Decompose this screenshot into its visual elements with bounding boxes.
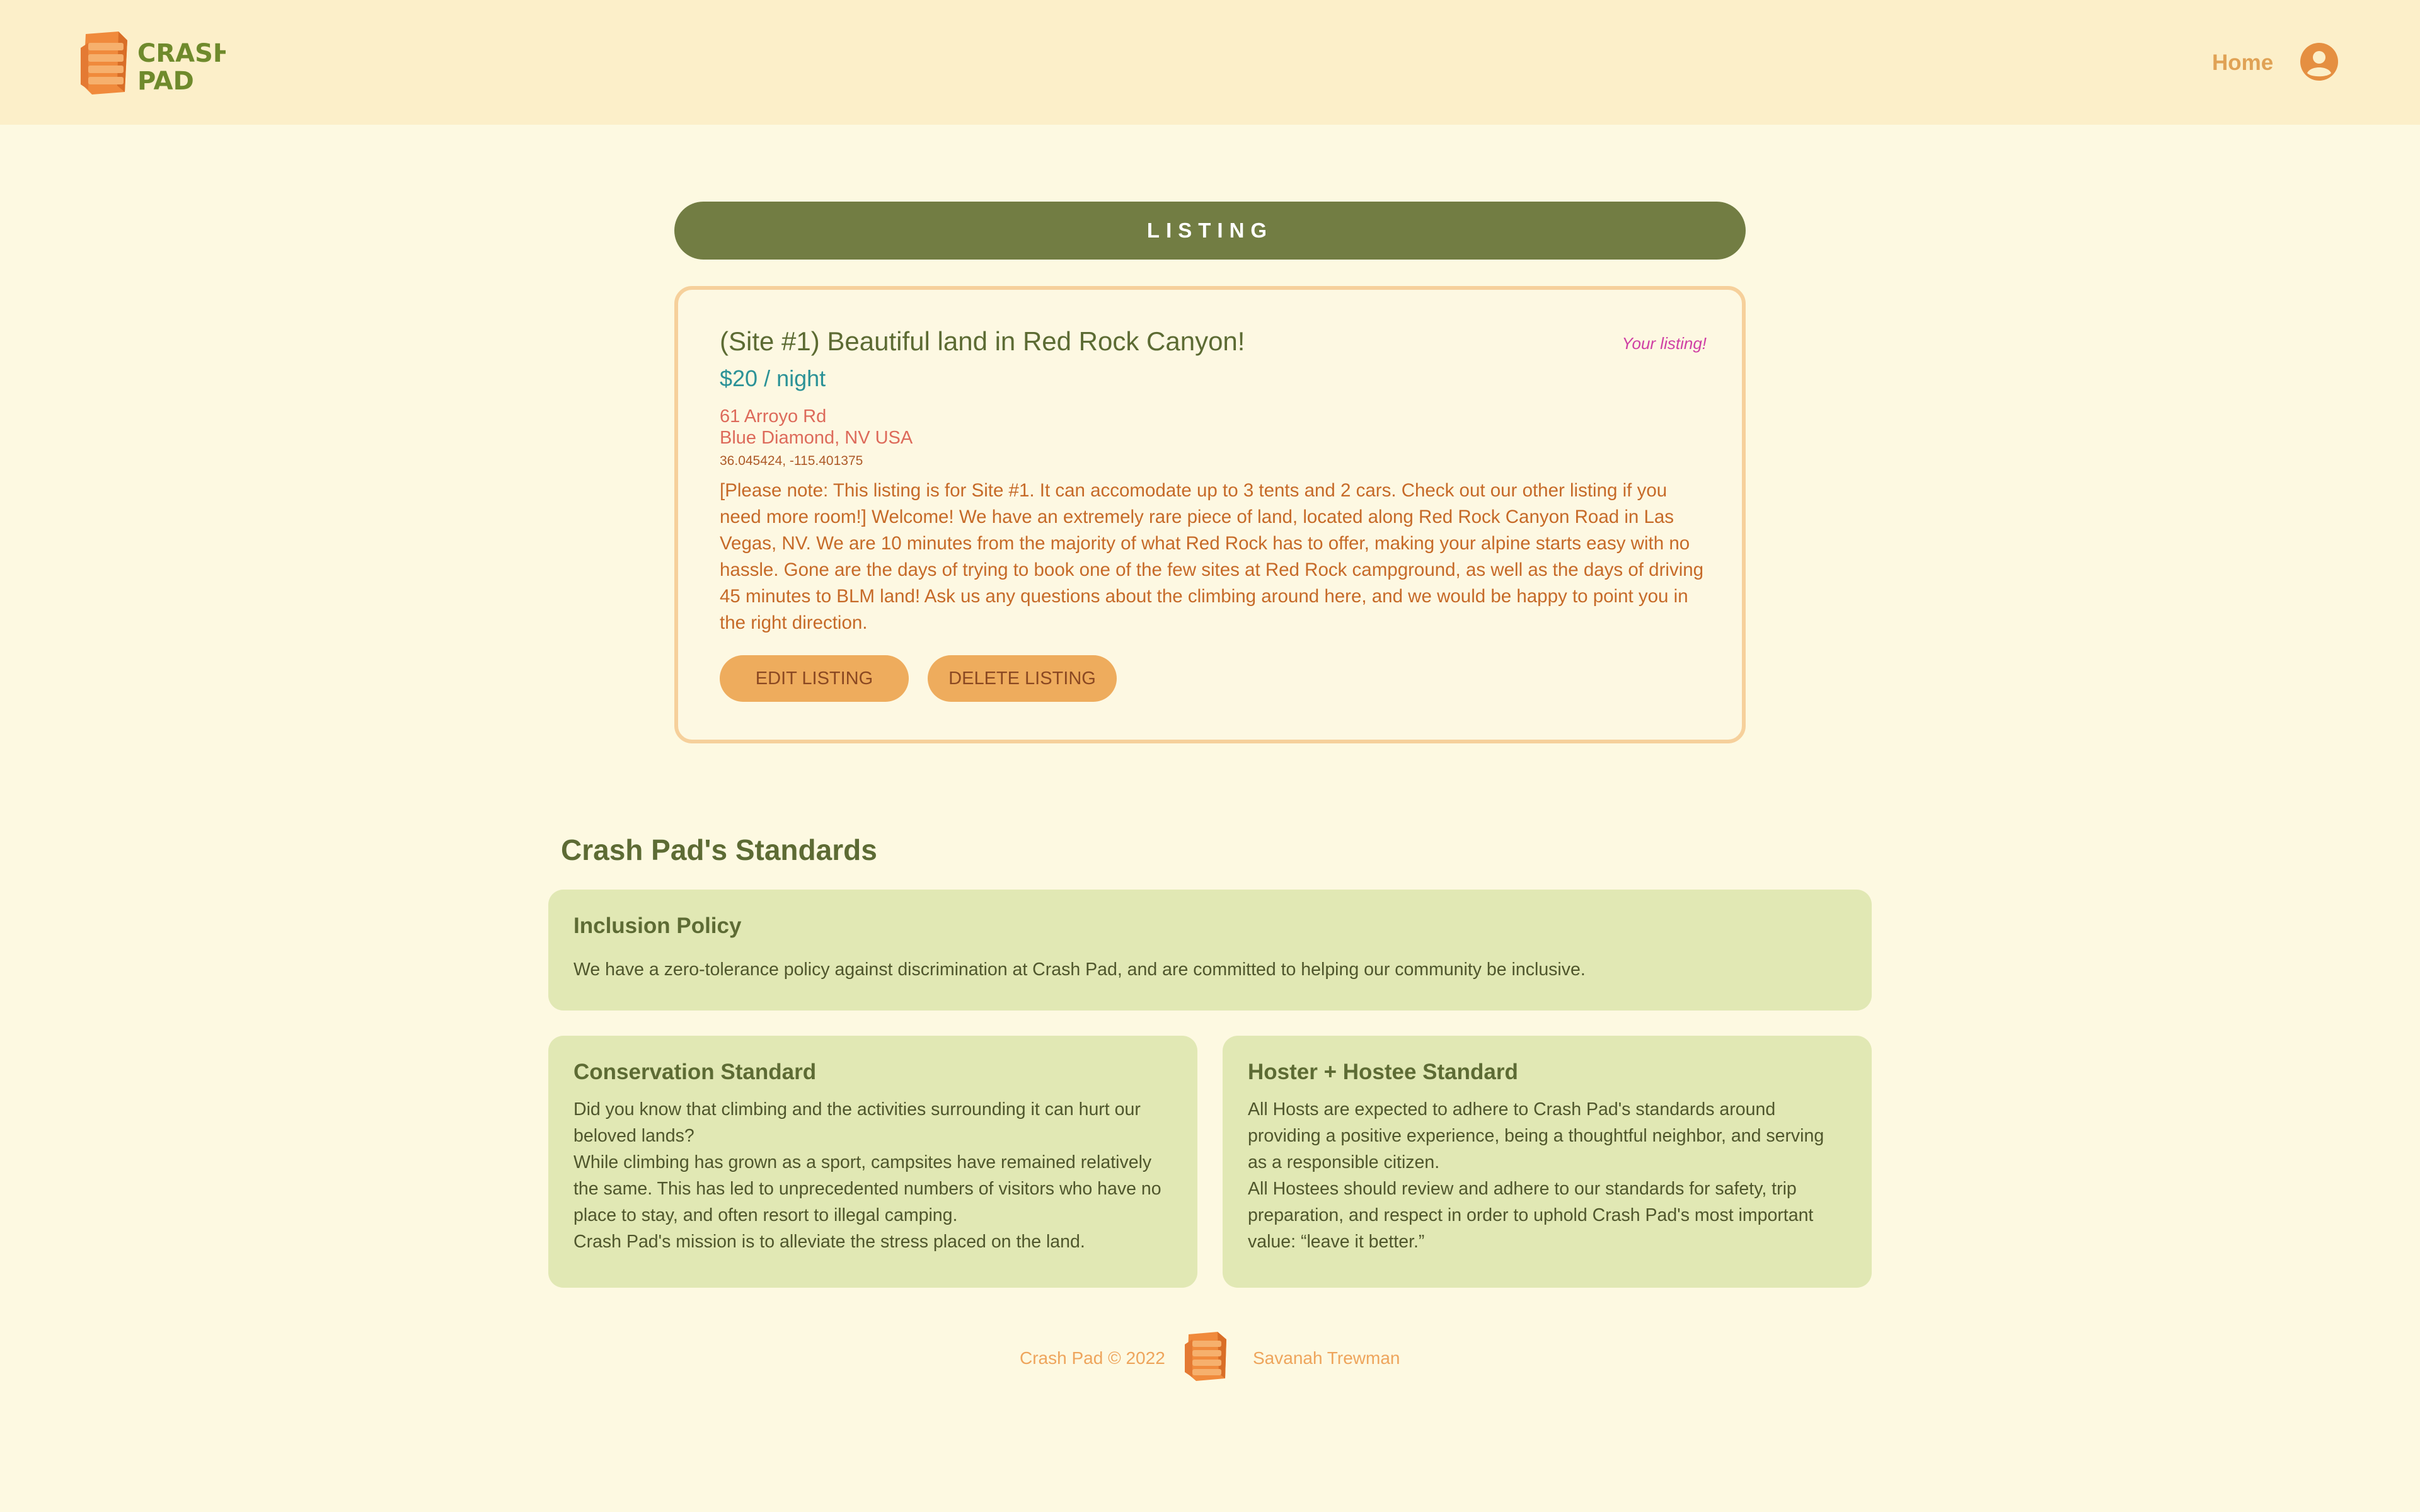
conservation-body: Did you know that climbing and the activ… — [573, 1096, 1172, 1255]
crash-pad-logo[interactable]: CRASH PAD — [74, 29, 226, 98]
conservation-body-line-1: Did you know that climbing and the activ… — [573, 1099, 1141, 1146]
listing-description: [Please note: This listing is for Site #… — [720, 480, 1704, 633]
inclusion-heading: Inclusion Policy — [573, 914, 742, 938]
hoster-standard-panel: Hoster + Hostee Standard All Hosts are e… — [1223, 1036, 1872, 1288]
hoster-body-line-2: All Hostees should review and adhere to … — [1248, 1179, 1814, 1252]
listing-price: $20 / night — [720, 365, 826, 391]
footer-author: Savanah Trewman — [1253, 1348, 1400, 1368]
nav-home-link[interactable]: Home — [2212, 48, 2273, 78]
owner-badge: Your listing! — [1622, 334, 1707, 353]
address-line-1: 61 Arroyo Rd — [720, 406, 827, 427]
conservation-body-line-2: While climbing has grown as a sport, cam… — [573, 1152, 1161, 1225]
hoster-body-line-1: All Hosts are expected to adhere to Cras… — [1248, 1099, 1824, 1172]
logo-text-crash: CRASH — [137, 39, 226, 68]
hoster-heading: Hoster + Hostee Standard — [1248, 1060, 1518, 1084]
hoster-body: All Hosts are expected to adhere to Cras… — [1248, 1096, 1847, 1255]
site-header: CRASH PAD Home — [0, 0, 2420, 125]
footer-copyright: Crash Pad © 2022 — [1020, 1348, 1165, 1368]
edit-listing-button[interactable]: EDIT LISTING — [720, 655, 909, 702]
standards-title: Crash Pad's Standards — [561, 833, 877, 866]
logo-mat-stack — [81, 32, 127, 94]
listing-section-bar: LISTING — [674, 202, 1746, 260]
inclusion-policy-panel: Inclusion Policy We have a zero-toleranc… — [548, 890, 1872, 1011]
listing-coordinates: 36.045424, -115.401375 — [720, 454, 863, 468]
conservation-body-line-3: Crash Pad's mission is to alleviate the … — [573, 1232, 1085, 1252]
crash-pad-mat-icon — [1185, 1332, 1226, 1381]
listing-card: (Site #1) Beautiful land in Red Rock Can… — [674, 286, 1746, 743]
user-avatar-icon[interactable] — [2299, 42, 2339, 82]
address-line-2: Blue Diamond, NV USA — [720, 428, 913, 448]
conservation-standard-panel: Conservation Standard Did you know that … — [548, 1036, 1197, 1288]
listing-address: 61 Arroyo Rd Blue Diamond, NV USA — [720, 406, 913, 449]
conservation-heading: Conservation Standard — [573, 1060, 817, 1084]
inclusion-body: We have a zero-tolerance policy against … — [573, 959, 1586, 980]
listing-title: (Site #1) Beautiful land in Red Rock Can… — [720, 326, 1245, 356]
logo-text-pad: PAD — [137, 67, 194, 96]
delete-listing-button[interactable]: DELETE LISTING — [928, 655, 1117, 702]
